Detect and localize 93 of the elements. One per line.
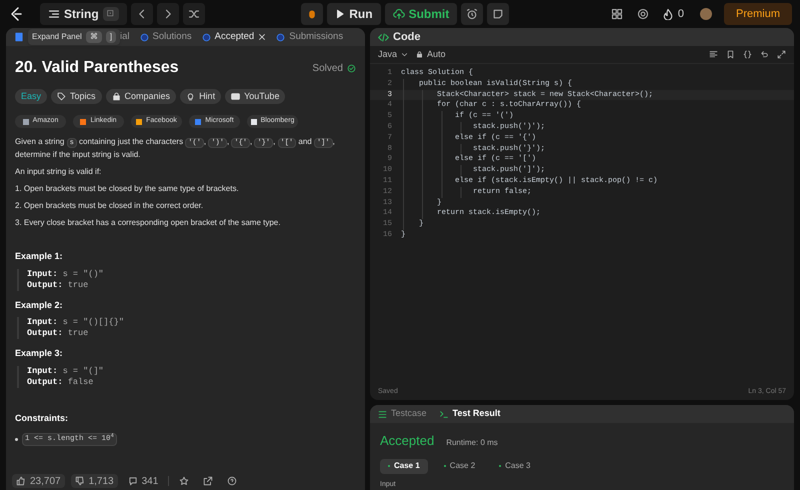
thumbs-up-icon — [16, 476, 26, 486]
cloud-upload-icon — [392, 8, 405, 20]
note-button[interactable] — [487, 3, 510, 25]
undo-button[interactable] — [760, 50, 769, 59]
premium-button[interactable]: Premium — [724, 3, 792, 25]
note-icon — [492, 8, 504, 20]
problem-title: 20. Valid Parentheses — [15, 58, 179, 78]
bullet-icon — [15, 438, 18, 442]
avatar-icon[interactable] — [700, 8, 712, 20]
braces-button[interactable] — [743, 50, 752, 59]
tab-icon — [202, 32, 211, 42]
description-text: 1. Open brackets must be closed by the same type of brackets. — [15, 183, 240, 194]
braces-icon — [743, 50, 752, 59]
star-icon — [179, 476, 190, 486]
example-title: Example 3: — [15, 347, 64, 360]
constraints-title: Constraints: — [15, 412, 70, 424]
example-output-text: Output: true — [27, 280, 90, 290]
comment-icon — [128, 476, 138, 486]
example-title: Example 2: — [15, 298, 64, 312]
alarm-clock-button[interactable] — [461, 3, 484, 25]
video-icon — [231, 92, 240, 101]
problem-list-button[interactable]: String ⊡ — [40, 3, 127, 25]
list-icon — [48, 8, 60, 20]
bookmark-button[interactable] — [726, 50, 735, 59]
chevron-left-button[interactable] — [130, 3, 153, 25]
panel-tab[interactable]: Test Result — [438, 407, 500, 421]
tag-button[interactable]: YouTube — [225, 89, 286, 104]
panel-tab[interactable]: Testcase — [378, 407, 427, 421]
bookmark-icon — [726, 50, 735, 59]
tag-button[interactable]: Hint — [180, 89, 222, 104]
tag-button[interactable]: Topics — [51, 89, 102, 104]
solved-status: Solved — [312, 60, 356, 76]
alarm-clock-icon — [466, 8, 478, 20]
tag-icon — [57, 92, 66, 101]
close-icon — [258, 33, 266, 41]
description-text: An input string is valid if: — [15, 166, 102, 177]
panel-tab[interactable]: Accepted — [198, 30, 270, 44]
language-dropdown[interactable]: Java — [378, 48, 408, 62]
check-circle-icon — [347, 64, 356, 72]
help-icon — [227, 476, 238, 486]
checklist-icon — [378, 410, 387, 418]
debug-button[interactable] — [301, 3, 324, 25]
difficulty-badge[interactable]: Easy — [15, 89, 48, 104]
example-input-text: Input: s = "(]" — [27, 366, 105, 376]
document-icon — [14, 32, 24, 42]
chevron-down-icon — [401, 51, 408, 58]
case-tab[interactable]: Case 1 — [380, 458, 428, 474]
panel-title: Code — [393, 30, 420, 45]
play-icon — [335, 9, 346, 19]
example-input-text: Input: s = "()[]{}" — [27, 317, 125, 328]
dislike-button[interactable]: 1,713 — [70, 474, 118, 488]
like-button[interactable]: 23,707 — [12, 474, 65, 488]
example-input-text: Input: s = "()" — [27, 268, 105, 280]
format-button[interactable] — [709, 50, 718, 59]
comments-button[interactable]: 341 — [124, 474, 162, 488]
keyboard-key: ] — [106, 31, 116, 43]
example-output-text: Output: false — [27, 376, 94, 388]
tooltip: Expand Panel ⌘ ] — [28, 29, 120, 45]
share-icon — [203, 476, 214, 486]
shuffle-button[interactable] — [182, 3, 205, 25]
example-title: Example 1: — [15, 250, 64, 263]
auto-mode-button[interactable]: Auto — [416, 48, 446, 62]
grid-icon — [610, 8, 623, 20]
flame-icon — [662, 8, 674, 20]
tab-icon — [140, 32, 149, 42]
result-verdict: Accepted — [380, 432, 434, 450]
case-tab[interactable]: Case 3 — [491, 458, 539, 474]
bulb-icon — [186, 92, 196, 101]
undo-icon — [760, 50, 769, 59]
description-text: 2. Open brackets must be closed in the correct order. — [15, 200, 204, 211]
settings-icon — [636, 8, 649, 20]
terminal-icon — [438, 410, 449, 418]
panel-tab[interactable]: Submissions — [272, 30, 348, 44]
panel-tab[interactable]: Solutions — [136, 30, 196, 44]
run-button[interactable]: Run — [327, 3, 381, 25]
thumbs-down-icon — [74, 476, 85, 486]
keyboard-key: ⌘ — [86, 31, 102, 43]
description-text: 3. Every close bracket has a corresponding open bracket of the same type. — [15, 217, 282, 228]
code-icon — [378, 32, 389, 42]
format-icon — [709, 50, 718, 59]
submit-button[interactable]: Submit — [384, 3, 458, 25]
expand-icon — [777, 50, 786, 59]
chevron-right-button[interactable] — [156, 3, 179, 25]
case-tab[interactable]: Case 2 — [436, 458, 484, 474]
lock-icon — [416, 51, 424, 58]
example-output-text: Output: true — [27, 328, 90, 339]
streak-button[interactable]: 0 — [658, 3, 688, 25]
runtime-text: Runtime: 0 ms — [446, 436, 498, 448]
shuffle-icon — [188, 8, 200, 20]
tag-button[interactable]: Companies — [106, 89, 176, 104]
tab-icon — [276, 32, 286, 42]
expand-button[interactable] — [777, 50, 786, 59]
lock-icon — [112, 92, 121, 101]
